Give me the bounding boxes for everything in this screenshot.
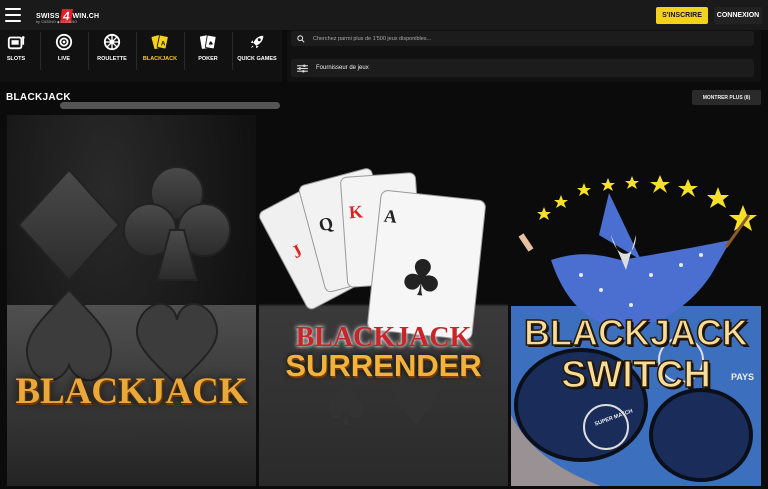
game-title: BLACKJACK	[15, 371, 248, 412]
category-quick-games[interactable]: QUICK GAMES	[235, 30, 279, 70]
category-divider	[40, 32, 41, 70]
category-scrollbar[interactable]	[60, 102, 280, 109]
game-tile-blackjack[interactable]: BLACKJACK	[7, 115, 256, 486]
category-label: QUICK GAMES	[237, 56, 277, 62]
svg-text:♠: ♠	[208, 41, 214, 48]
svg-text:♣: ♣	[396, 247, 447, 309]
category-blackjack[interactable]: A BLACKJACK	[138, 30, 182, 70]
menu-icon[interactable]	[5, 8, 21, 22]
login-button[interactable]: CONNEXION	[714, 7, 762, 24]
slot-machine-icon	[7, 36, 25, 50]
category-slots[interactable]: SLOTS	[0, 30, 38, 70]
roulette-wheel-icon	[55, 33, 73, 51]
signup-button[interactable]: S'INSCRIRE	[656, 7, 708, 24]
category-nav: SLOTS LIVE ROULETTE A BLACKJACK ♠ POKER …	[0, 30, 282, 109]
game-title-line2: SWITCH	[560, 353, 711, 397]
search-input[interactable]: Cherchez parmi plus de 1'500 jeux dispon…	[291, 31, 754, 46]
svg-text:A: A	[383, 206, 398, 227]
top-bar: SWISS 4 WIN.CH by CASINO ◆ LUGANO S'INSC…	[0, 0, 768, 30]
category-label: BLACKJACK	[142, 56, 178, 62]
category-poker[interactable]: ♠ POKER	[186, 30, 230, 70]
game-title-line1: BLACKJACK	[523, 311, 749, 354]
category-label: LIVE	[57, 56, 71, 62]
svg-text:K: K	[348, 201, 363, 222]
show-more-button[interactable]: MONTRER PLUS (8)	[692, 90, 761, 105]
category-divider	[184, 32, 185, 70]
category-label: POKER	[198, 56, 218, 62]
roulette-icon	[103, 33, 121, 51]
search-icon	[297, 34, 305, 43]
poker-cards-icon: ♠	[199, 34, 217, 50]
filter-sliders-icon	[297, 64, 308, 72]
section-title: BLACKJACK	[6, 92, 71, 103]
category-divider	[232, 32, 233, 70]
logo-text-right: WIN.CH	[72, 12, 100, 20]
category-label: SLOTS	[6, 56, 26, 62]
site-logo[interactable]: SWISS 4 WIN.CH by CASINO ◆ LUGANO	[36, 7, 99, 25]
svg-text:A: A	[161, 41, 166, 48]
provider-filter-label: Fournisseur de jeux	[316, 65, 369, 71]
game-tile-blackjack-switch[interactable]: BLACKJACK SWITCH PAYS SUPER MATCH	[511, 165, 761, 486]
category-live[interactable]: LIVE	[42, 30, 86, 70]
game-title-line2: SURRENDER	[285, 348, 482, 383]
card-suits-artwork	[7, 166, 256, 486]
blackjack-cards-icon: A	[151, 34, 169, 50]
category-label: ROULETTE	[97, 56, 127, 62]
logo-text-left: SWISS	[36, 12, 60, 20]
category-roulette[interactable]: ROULETTE	[90, 30, 134, 70]
provider-filter[interactable]: Fournisseur de jeux	[291, 59, 754, 77]
search-placeholder: Cherchez parmi plus de 1'500 jeux dispon…	[313, 35, 432, 42]
game-tile-blackjack-surrender[interactable]: J Q K A ♣ ♠ ♥ BLACKJACK SURRENDER	[259, 160, 508, 486]
category-divider	[136, 32, 137, 70]
pays-badge: PAYS	[731, 372, 755, 382]
logo-subtitle: by CASINO ◆ LUGANO	[36, 20, 78, 24]
category-divider	[88, 32, 89, 70]
rocket-icon	[250, 35, 264, 49]
